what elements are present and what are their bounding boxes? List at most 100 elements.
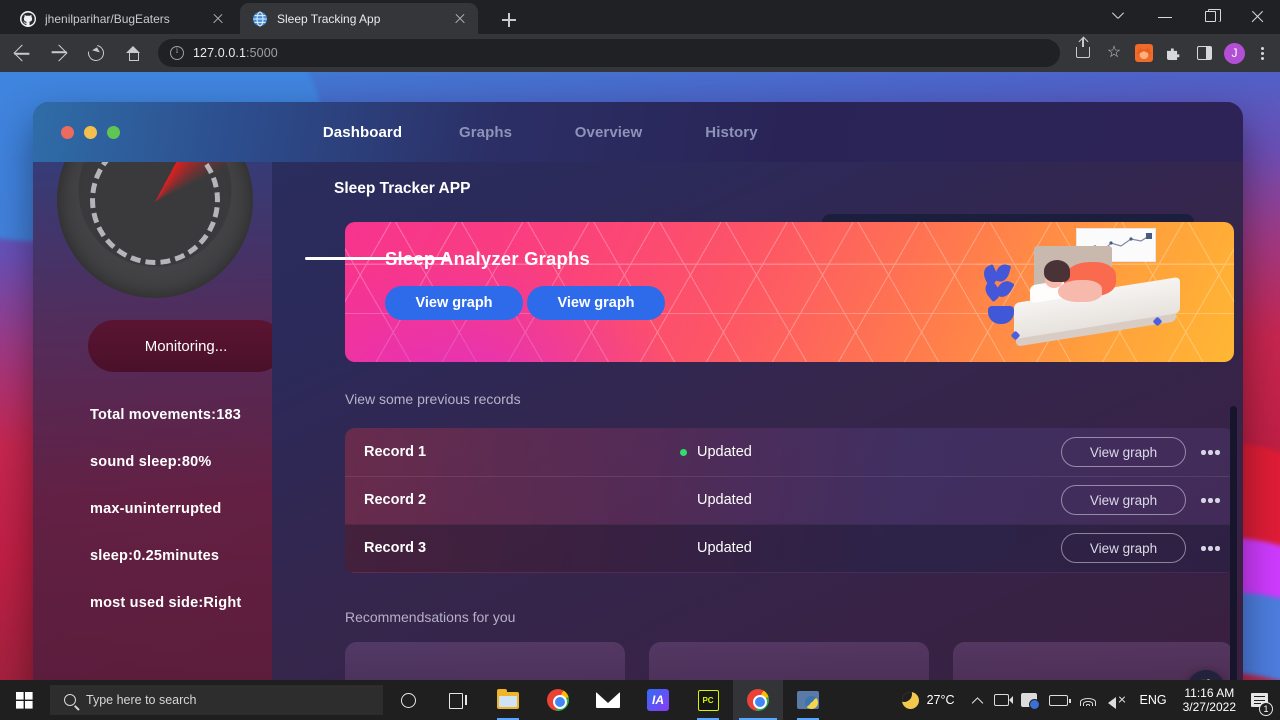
- tab-graphs[interactable]: Graphs: [424, 124, 547, 141]
- tab-history[interactable]: History: [670, 124, 793, 141]
- address-bar[interactable]: 127.0.0.1:5000: [158, 39, 1060, 67]
- content-scroll-area: Sleep Analyzer Graphs View graph View gr…: [272, 222, 1243, 680]
- chrome-icon[interactable]: [533, 680, 583, 720]
- traffic-lights: [61, 125, 301, 139]
- metamask-icon[interactable]: [1130, 39, 1158, 67]
- browser-toolbar: 127.0.0.1:5000 ☆ J: [0, 34, 1280, 72]
- close-window-button[interactable]: [1234, 0, 1280, 34]
- record-status: Updated: [697, 492, 752, 508]
- stat-sound-sleep: sound sleep:80%: [90, 454, 212, 470]
- extensions-icon[interactable]: [1160, 39, 1188, 67]
- view-graph-button[interactable]: View graph: [1061, 437, 1186, 467]
- avatar-initial: J: [1224, 43, 1245, 64]
- taskbar-search-input[interactable]: Type here to search: [50, 685, 383, 715]
- minimize-button[interactable]: [1142, 0, 1188, 34]
- globe-icon: [252, 11, 268, 27]
- stat-most-used-side: most used side:Right: [90, 595, 242, 611]
- stat-max-uninterrupted: max-uninterrupted: [90, 501, 222, 517]
- record-name: Record 2: [364, 492, 427, 508]
- windows-taskbar: Type here to search IA PC 27°C ENG 11:16…: [0, 680, 1280, 720]
- browser-tab-2[interactable]: Sleep Tracking App: [240, 3, 478, 34]
- github-icon: [20, 10, 36, 27]
- sleep-analyzer-banner: Sleep Analyzer Graphs View graph View gr…: [345, 222, 1234, 362]
- status-dot: [680, 448, 687, 456]
- teams-icon[interactable]: [1015, 680, 1043, 720]
- browser-tab-1[interactable]: jhenilparihar/BugEaters: [8, 3, 236, 34]
- weather-widget[interactable]: 27°C: [896, 691, 965, 709]
- recommendation-card[interactable]: [649, 642, 929, 680]
- traffic-light-minimize[interactable]: [84, 125, 97, 139]
- new-tab-button[interactable]: [496, 7, 522, 33]
- person-arm: [1058, 280, 1102, 302]
- browser-tab-1-title: jhenilparihar/BugEaters: [45, 11, 170, 26]
- record-status: Updated: [697, 540, 752, 556]
- sidebar-stats: Total movements:183 sound sleep:80% max-…: [90, 376, 272, 611]
- file-explorer-icon[interactable]: [483, 680, 533, 720]
- recommendations-section-label: Recommendsations for you: [345, 609, 516, 625]
- camera-icon[interactable]: [988, 680, 1015, 720]
- forward-button[interactable]: [44, 38, 74, 68]
- gauge-dashed-ring: [90, 162, 220, 265]
- language-indicator[interactable]: ENG: [1132, 693, 1175, 707]
- pycharm-icon[interactable]: PC: [683, 680, 733, 720]
- table-row[interactable]: Record 2 Updated View graph: [345, 476, 1234, 524]
- home-button[interactable]: [118, 38, 148, 68]
- records-section-label: View some previous records: [345, 391, 521, 407]
- maximize-button[interactable]: [1188, 0, 1234, 34]
- reload-button[interactable]: [81, 38, 111, 68]
- monitoring-status-button[interactable]: Monitoring...: [88, 320, 272, 372]
- app-window: Dashboard Graphs Overview History Search: [33, 102, 1243, 680]
- sidebar: Monitoring... Total movements:183 sound …: [33, 162, 272, 680]
- recommendation-cards: [345, 642, 1234, 680]
- view-graph-button-1[interactable]: View graph: [385, 286, 523, 320]
- more-options-icon[interactable]: [1201, 541, 1227, 555]
- close-icon[interactable]: [210, 11, 226, 27]
- mail-icon[interactable]: [583, 680, 633, 720]
- python-idle-icon[interactable]: [783, 680, 833, 720]
- clock[interactable]: 11:16 AM 3/27/2022: [1175, 686, 1244, 714]
- notification-count: 1: [1259, 702, 1273, 716]
- page-viewport: Dashboard Graphs Overview History Search: [0, 72, 1280, 680]
- close-icon[interactable]: [452, 11, 468, 27]
- cortana-icon[interactable]: [383, 680, 433, 720]
- profile-avatar[interactable]: J: [1220, 39, 1248, 67]
- ia-writer-icon[interactable]: IA: [633, 680, 683, 720]
- more-options-icon[interactable]: [1201, 493, 1227, 507]
- task-view-icon[interactable]: [433, 680, 483, 720]
- page-title: Sleep Tracker APP: [334, 180, 471, 197]
- windows-start-icon[interactable]: [0, 680, 48, 720]
- view-graph-button[interactable]: View graph: [1061, 533, 1186, 563]
- table-row[interactable]: Record 3 Updated View graph: [345, 524, 1234, 572]
- tab-dashboard[interactable]: Dashboard: [301, 124, 424, 141]
- view-graph-button[interactable]: View graph: [1061, 485, 1186, 515]
- traffic-light-close[interactable]: [61, 125, 74, 139]
- show-hidden-icons-button[interactable]: [965, 680, 988, 720]
- screen: jhenilparihar/BugEaters Sleep Tracking A…: [0, 0, 1280, 720]
- clock-time: 11:16 AM: [1184, 686, 1235, 700]
- menu-kebab-icon[interactable]: [1250, 39, 1274, 67]
- table-row[interactable]: Record 1 Updated View graph: [345, 428, 1234, 476]
- wifi-icon[interactable]: [1074, 680, 1102, 720]
- site-info-icon[interactable]: [170, 45, 184, 60]
- weather-temperature: 27°C: [926, 693, 955, 707]
- stat-total-movements: Total movements:183: [90, 407, 241, 423]
- chrome-icon-active[interactable]: [733, 680, 783, 720]
- notifications-icon[interactable]: 1: [1244, 680, 1274, 720]
- back-button[interactable]: [7, 38, 37, 68]
- star-icon[interactable]: ☆: [1100, 39, 1128, 67]
- battery-icon[interactable]: [1043, 680, 1074, 720]
- traffic-light-zoom[interactable]: [107, 125, 120, 139]
- view-graph-button-2[interactable]: View graph: [527, 286, 665, 320]
- volume-muted-icon[interactable]: [1102, 680, 1132, 720]
- recommendation-card[interactable]: [953, 642, 1233, 680]
- record-status: Updated: [697, 444, 752, 460]
- side-panel-icon[interactable]: [1190, 39, 1218, 67]
- main-content: Sleep Tracker APP Sleep Analyzer Graphs …: [272, 162, 1243, 680]
- content-scrollbar[interactable]: [1230, 406, 1237, 680]
- chevron-down-icon[interactable]: [1096, 0, 1142, 34]
- more-options-icon[interactable]: [1201, 445, 1227, 459]
- recommendation-card[interactable]: [345, 642, 625, 680]
- sleeping-person-illustration: [976, 222, 1216, 362]
- tab-overview[interactable]: Overview: [547, 124, 670, 141]
- share-icon[interactable]: [1070, 38, 1098, 67]
